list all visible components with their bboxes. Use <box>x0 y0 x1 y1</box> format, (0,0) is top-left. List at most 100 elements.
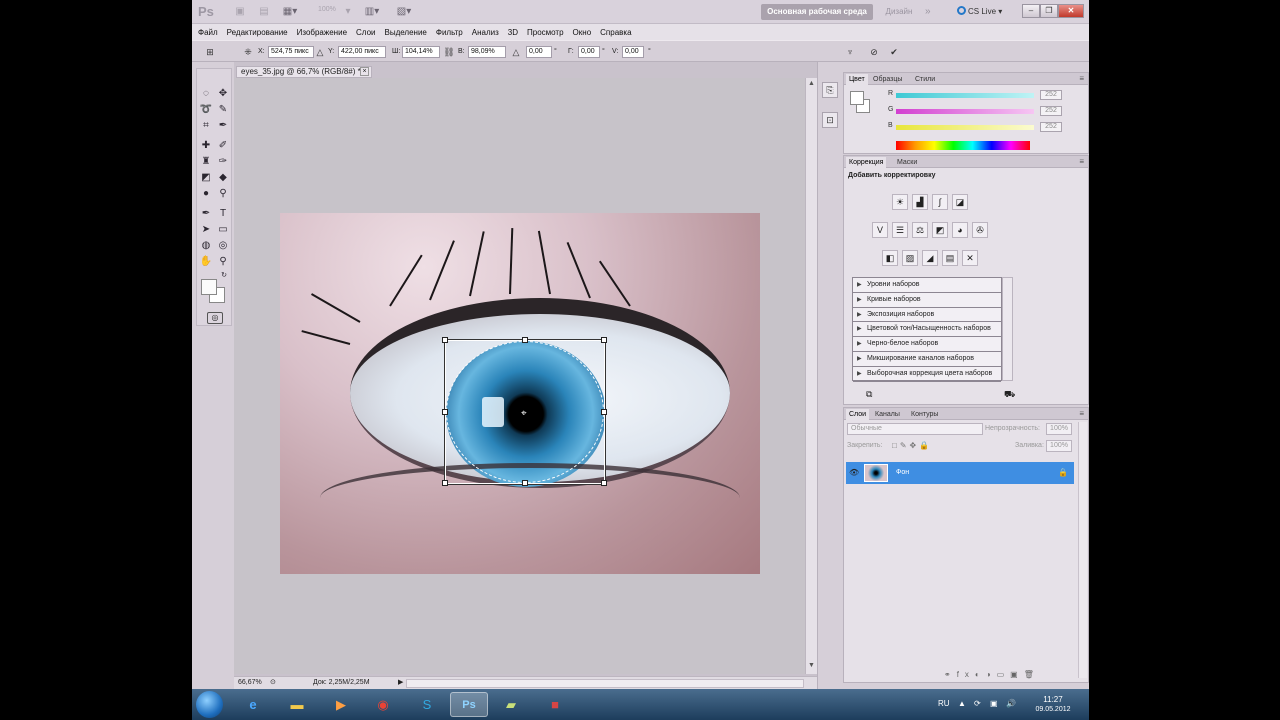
actions-panel-icon[interactable]: ⊡ <box>822 112 838 128</box>
transform-handle[interactable] <box>601 480 607 486</box>
internet-explorer-icon[interactable]: e <box>234 692 272 717</box>
brush-tool-icon[interactable]: ✐ <box>216 139 230 153</box>
menu-edit[interactable]: Редактирование <box>227 28 288 37</box>
panel-menu-icon[interactable]: ≡ <box>1079 74 1084 83</box>
exposure-icon[interactable]: ◪ <box>952 194 968 210</box>
tray-volume-icon[interactable]: 🔊 <box>1006 699 1016 708</box>
zoom-tool-icon[interactable]: ⚲ <box>216 255 230 269</box>
invert-icon[interactable]: ◧ <box>882 250 898 266</box>
clock-time[interactable]: 11:27 <box>1030 695 1076 704</box>
preset-exposure[interactable]: Экспозиция наборов <box>853 308 1001 323</box>
close-button[interactable]: ✕ <box>1058 4 1084 18</box>
layer-visibility-eye-icon[interactable]: 👁 <box>849 468 859 477</box>
tray-network-icon[interactable]: ▣ <box>990 699 998 708</box>
threshold-icon[interactable]: ◢ <box>922 250 938 266</box>
zoom-status[interactable]: 66,67% <box>238 679 268 686</box>
workspace-essentials-button[interactable]: Основная рабочая среда <box>761 4 873 20</box>
status-arrow-icon[interactable]: ▶ <box>398 678 403 686</box>
minimize-button[interactable]: – <box>1022 4 1040 18</box>
tray-expand-icon[interactable]: ▲ <box>958 699 966 708</box>
blur-tool-icon[interactable]: ● <box>199 187 213 201</box>
menu-image[interactable]: Изображение <box>297 28 347 37</box>
quick-selection-tool-icon[interactable]: ✎ <box>216 103 230 117</box>
preset-channel-mixer[interactable]: Микширование каналов наборов <box>853 352 1001 367</box>
tray-sync-icon[interactable]: ⟳ <box>974 699 981 708</box>
tab-swatches[interactable]: Образцы <box>870 74 905 85</box>
preset-selective-color[interactable]: Выборочная коррекция цвета наборов <box>853 367 1001 382</box>
fill-field[interactable]: 100% <box>1046 440 1072 452</box>
color-foreground-swatch[interactable] <box>850 91 864 105</box>
b-slider[interactable] <box>896 125 1034 130</box>
menu-select[interactable]: Выделение <box>384 28 426 37</box>
height-field[interactable]: 98,09% <box>468 46 506 58</box>
menu-file[interactable]: Файл <box>198 28 218 37</box>
layer-row-background[interactable]: 👁 Фон 🔒 <box>846 462 1074 484</box>
workspace-more-button[interactable]: » <box>925 4 941 20</box>
pen-tool-icon[interactable]: ✒ <box>199 207 213 221</box>
transform-handle[interactable] <box>601 409 607 415</box>
clone-stamp-tool-icon[interactable]: ♜ <box>199 155 213 169</box>
gradient-map-icon[interactable]: ▤ <box>942 250 958 266</box>
transform-center-icon[interactable]: ⌖ <box>521 408 527 419</box>
shape-tool-icon[interactable]: ▭ <box>216 223 230 237</box>
transform-handle[interactable] <box>442 409 448 415</box>
preset-hue-saturation[interactable]: Цветовой тон/Насыщенность наборов <box>853 322 1001 338</box>
tab-adjustments[interactable]: Коррекция <box>846 157 887 168</box>
hskew-field[interactable]: 0,00 <box>578 46 600 58</box>
channel-mixer-icon[interactable]: ✇ <box>972 222 988 238</box>
arrange-documents-icon[interactable]: ▥▾ <box>362 5 382 19</box>
transform-handle[interactable] <box>601 337 607 343</box>
posterize-icon[interactable]: ▨ <box>902 250 918 266</box>
move-tool-icon[interactable]: ✥ <box>216 87 230 101</box>
lasso-tool-icon[interactable]: ➰ <box>199 103 213 117</box>
link-icon[interactable]: ⛓ <box>443 46 455 58</box>
menu-analysis[interactable]: Анализ <box>472 28 499 37</box>
warp-icon[interactable]: ♆ <box>844 46 856 58</box>
history-panel-icon[interactable]: ⎘ <box>822 82 838 98</box>
transform-selection-box[interactable]: ⌖ <box>442 337 607 486</box>
scroll-up-icon[interactable]: ▲ <box>808 80 815 87</box>
preset-black-white[interactable]: Черно-белое наборов <box>853 337 1001 352</box>
transform-tool-icon[interactable]: ⊞ <box>204 46 216 58</box>
canvas-pasteboard[interactable]: ⌖ <box>234 78 805 674</box>
menu-window[interactable]: Окно <box>573 28 592 37</box>
hand-tool-icon[interactable]: ✋ <box>199 255 213 269</box>
3d-rotate-tool-icon[interactable]: ◍ <box>199 239 213 253</box>
panel-menu-icon[interactable]: ≡ <box>1079 157 1084 166</box>
explorer-folder-icon[interactable]: ▬ <box>278 692 316 717</box>
scroll-down-icon[interactable]: ▼ <box>808 662 815 669</box>
panel-menu-icon[interactable]: ≡ <box>1079 409 1084 418</box>
photoshop-taskbar-icon[interactable]: Ps <box>450 692 488 717</box>
cancel-transform-icon[interactable]: ⊘ <box>868 46 880 58</box>
selective-color-icon[interactable]: ✕ <box>962 250 978 266</box>
angle-field[interactable]: 0,00 <box>526 46 552 58</box>
zoom-dropdown-icon[interactable]: ▾ <box>338 5 358 19</box>
type-tool-icon[interactable]: T <box>216 207 230 221</box>
tab-channels[interactable]: Каналы <box>872 409 903 420</box>
marquee-tool-icon[interactable]: ◌ <box>199 87 213 101</box>
transform-handle[interactable] <box>442 337 448 343</box>
workspace-design-button[interactable]: Дизайн <box>876 4 922 20</box>
menu-3d[interactable]: 3D <box>508 28 518 37</box>
menu-view[interactable]: Просмотр <box>527 28 564 37</box>
clip-to-layer-icon[interactable]: ⧉ <box>866 389 872 400</box>
recorder-icon[interactable]: ■ <box>536 692 574 717</box>
transform-handle[interactable] <box>522 337 528 343</box>
hue-saturation-icon[interactable]: ☰ <box>892 222 908 238</box>
tab-paths[interactable]: Контуры <box>908 409 941 420</box>
g-value[interactable]: 252 <box>1040 106 1062 116</box>
tab-color[interactable]: Цвет <box>846 74 868 85</box>
chrome-icon[interactable]: ◉ <box>364 692 402 717</box>
paint-bucket-tool-icon[interactable]: ◆ <box>216 171 230 185</box>
black-white-icon[interactable]: ◩ <box>932 222 948 238</box>
3d-orbit-tool-icon[interactable]: ◎ <box>216 239 230 253</box>
color-spectrum-bar[interactable] <box>896 141 1030 150</box>
eyedropper-tool-icon[interactable]: ✒ <box>216 119 230 133</box>
vertical-scrollbar[interactable]: ▲ ▼ <box>805 78 817 674</box>
reference-point-icon[interactable]: ⁜ <box>242 46 254 58</box>
vskew-field[interactable]: 0,00 <box>622 46 644 58</box>
layers-footer-icons[interactable]: ⚭fx◐◑▭▣🗑 <box>944 670 1040 679</box>
maximize-button[interactable]: ❐ <box>1040 4 1058 18</box>
y-field[interactable]: 422,00 пикс <box>338 46 386 58</box>
horizontal-scrollbar[interactable] <box>406 679 804 688</box>
